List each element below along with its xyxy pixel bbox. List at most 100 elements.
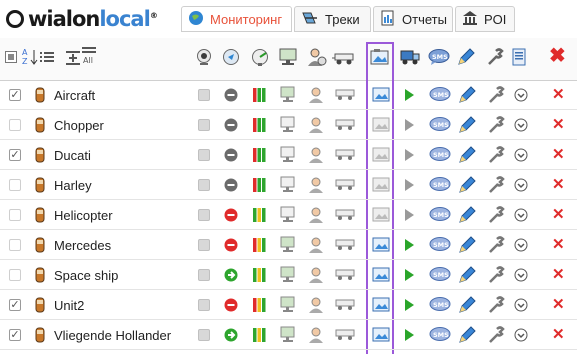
unit-edit-icon[interactable] — [458, 266, 476, 287]
unit-name[interactable]: Ducati — [54, 148, 91, 163]
unit-delete-icon[interactable]: ✕ — [552, 297, 565, 312]
unit-checkbox[interactable]: ✓ — [9, 149, 21, 161]
unit-monitor-icon[interactable] — [279, 86, 297, 107]
unit-play-track-button[interactable] — [405, 89, 414, 101]
truck-icon[interactable] — [400, 48, 420, 69]
locate-icon[interactable] — [222, 48, 240, 69]
unit-play-track-button[interactable] — [405, 149, 414, 161]
wrench-icon[interactable] — [486, 48, 504, 69]
unit-select-box[interactable] — [198, 269, 210, 281]
unit-monitor-icon[interactable] — [279, 176, 297, 197]
unit-menu-icon[interactable] — [514, 178, 528, 195]
unit-row[interactable]: ✓ Ducati SMS ✕ — [0, 140, 577, 170]
unit-trailer-icon[interactable] — [333, 179, 357, 194]
unit-monitor-icon[interactable] — [279, 326, 297, 347]
unit-menu-icon[interactable] — [514, 268, 528, 285]
unit-row[interactable]: ✓ Aircraft SMS ✕ — [0, 80, 577, 110]
unit-monitor-icon[interactable] — [279, 206, 297, 227]
unit-trailer-icon[interactable] — [333, 329, 357, 344]
unit-checkbox[interactable] — [9, 119, 21, 131]
unit-driver-icon[interactable] — [307, 326, 325, 347]
unit-wrench-icon[interactable] — [487, 86, 505, 107]
unit-wrench-icon[interactable] — [487, 326, 505, 347]
unit-monitor-icon[interactable] — [279, 296, 297, 317]
unit-trailer-icon[interactable] — [333, 299, 357, 314]
unit-driver-icon[interactable] — [307, 116, 325, 137]
properties-icon[interactable] — [512, 48, 528, 69]
unit-driver-icon[interactable] — [307, 236, 325, 257]
unit-row[interactable]: Helicopter SMS ✕ — [0, 200, 577, 230]
unit-select-box[interactable] — [198, 209, 210, 221]
unit-checkbox[interactable]: ✓ — [9, 299, 21, 311]
unit-driver-icon[interactable] — [307, 206, 325, 227]
unit-sms-icon[interactable]: SMS — [429, 267, 451, 286]
unit-menu-icon[interactable] — [514, 208, 528, 225]
unit-menu-icon[interactable] — [514, 118, 528, 135]
unit-wrench-icon[interactable] — [487, 236, 505, 257]
unit-state-icon[interactable] — [224, 298, 238, 315]
unit-sms-icon[interactable]: SMS — [429, 207, 451, 226]
unit-row[interactable]: Space ship SMS ✕ — [0, 260, 577, 290]
unit-photo-icon[interactable] — [372, 147, 390, 166]
unit-select-box[interactable] — [198, 89, 210, 101]
unit-checkbox[interactable]: ✓ — [9, 329, 21, 341]
unit-delete-icon[interactable]: ✕ — [552, 147, 565, 162]
unit-state-icon[interactable] — [224, 88, 238, 105]
unit-checkbox[interactable] — [9, 209, 21, 221]
unit-photo-icon[interactable] — [372, 297, 390, 316]
webcam-icon[interactable] — [195, 48, 213, 69]
unit-name[interactable]: Mercedes — [54, 238, 111, 253]
unit-name[interactable]: Unit2 — [54, 298, 84, 313]
unit-edit-icon[interactable] — [458, 296, 476, 317]
unit-checkbox[interactable] — [9, 269, 21, 281]
unit-state-icon[interactable] — [224, 178, 238, 195]
unit-trailer-icon[interactable] — [333, 269, 357, 284]
unit-edit-icon[interactable] — [458, 206, 476, 227]
unit-state-icon[interactable] — [224, 268, 238, 285]
unit-state-icon[interactable] — [224, 208, 238, 225]
unit-play-track-button[interactable] — [405, 299, 414, 311]
unit-checkbox[interactable] — [9, 239, 21, 251]
unit-monitor-icon[interactable] — [279, 146, 297, 167]
unit-edit-icon[interactable] — [458, 326, 476, 347]
unit-menu-icon[interactable] — [514, 298, 528, 315]
unit-menu-icon[interactable] — [514, 328, 528, 345]
sort-icon[interactable]: AZ — [22, 47, 38, 70]
unit-wrench-icon[interactable] — [487, 146, 505, 167]
unit-row[interactable]: Mercedes SMS ✕ — [0, 230, 577, 260]
unit-trailer-icon[interactable] — [333, 89, 357, 104]
unit-row[interactable]: ✓ Unit2 SMS ✕ — [0, 290, 577, 320]
trailer-icon[interactable] — [332, 50, 356, 69]
unit-driver-icon[interactable] — [307, 266, 325, 287]
unit-select-box[interactable] — [198, 119, 210, 131]
list-view-icon[interactable] — [5, 51, 17, 66]
unit-sms-icon[interactable]: SMS — [429, 177, 451, 196]
unit-checkbox[interactable] — [9, 179, 21, 191]
unit-trailer-icon[interactable] — [333, 149, 357, 164]
unit-monitor-icon[interactable] — [279, 116, 297, 137]
unit-play-track-button[interactable] — [405, 119, 414, 131]
tab-poi[interactable]: POI — [455, 6, 515, 32]
unit-edit-icon[interactable] — [458, 116, 476, 137]
unit-delete-icon[interactable]: ✕ — [552, 177, 565, 192]
unit-menu-icon[interactable] — [514, 88, 528, 105]
unit-select-box[interactable] — [198, 179, 210, 191]
unit-menu-icon[interactable] — [514, 238, 528, 255]
unit-sms-icon[interactable]: SMS — [429, 87, 451, 106]
unit-photo-icon[interactable] — [372, 177, 390, 196]
unit-edit-icon[interactable] — [458, 146, 476, 167]
tab-monitoring[interactable]: Мониторинг — [181, 6, 292, 32]
unit-play-track-button[interactable] — [405, 209, 414, 221]
unit-wrench-icon[interactable] — [487, 206, 505, 227]
unit-photo-icon[interactable] — [372, 207, 390, 226]
unit-trailer-icon[interactable] — [333, 239, 357, 254]
unit-driver-icon[interactable] — [307, 176, 325, 197]
unit-name[interactable]: Vliegende Hollander — [54, 328, 171, 343]
unit-wrench-icon[interactable] — [487, 296, 505, 317]
unit-name[interactable]: Helicopter — [54, 208, 113, 223]
unit-monitor-icon[interactable] — [279, 266, 297, 287]
photo-icon[interactable] — [370, 48, 390, 69]
unit-play-track-button[interactable] — [405, 269, 414, 281]
unit-sms-icon[interactable]: SMS — [429, 297, 451, 316]
unit-trailer-icon[interactable] — [333, 209, 357, 224]
